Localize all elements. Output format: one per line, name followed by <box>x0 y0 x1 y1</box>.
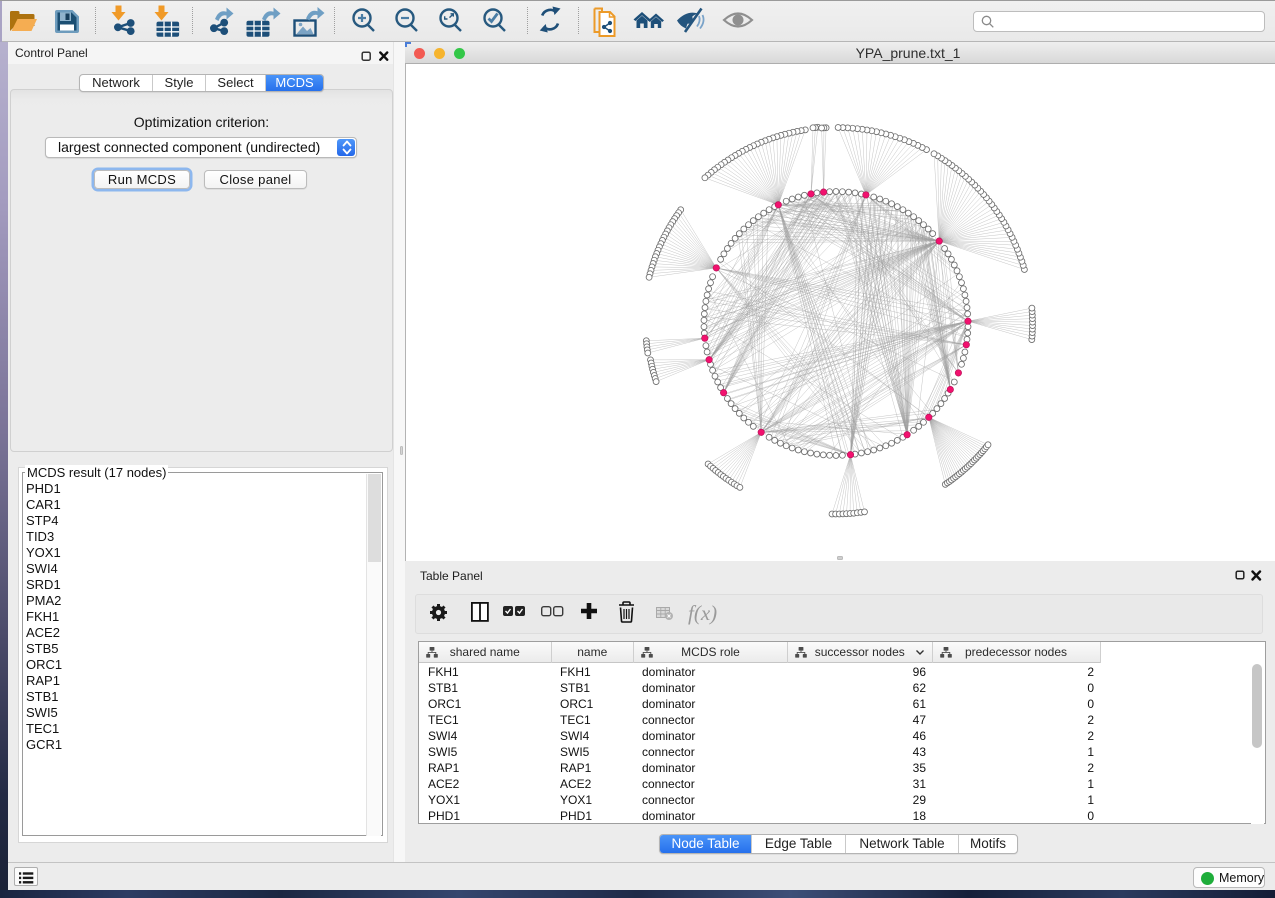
svg-text:f(x): f(x) <box>688 601 717 625</box>
